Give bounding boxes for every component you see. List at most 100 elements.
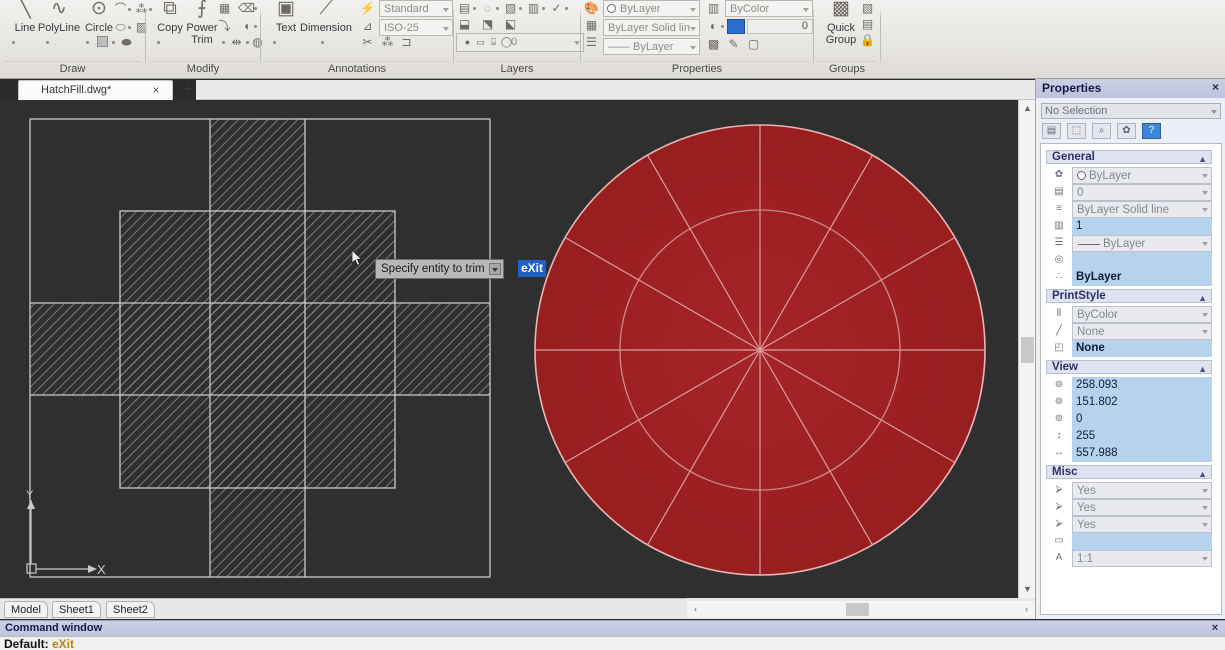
layer-freeze-dropdown-icon[interactable] [519, 7, 522, 10]
table-icon[interactable]: ⊿ [359, 18, 376, 35]
circle-more-icon[interactable] [86, 41, 89, 44]
copy-dim-icon[interactable]: ⊐ [398, 34, 415, 51]
layer-make-current-icon[interactable]: ✓ [548, 0, 565, 17]
layout-tab-sheet2[interactable]: Sheet2 [106, 601, 155, 618]
property-row-print-table-attached[interactable]: ◰ None [1046, 340, 1212, 357]
property-row-color[interactable]: ✿ ByLayer [1046, 167, 1212, 184]
property-row-center-z[interactable]: ⊚ 0 [1046, 411, 1212, 428]
select-objects-button[interactable]: ⌕ [1092, 123, 1111, 139]
close-icon[interactable]: × [149, 83, 163, 97]
properties-scroll-region[interactable]: General ▲ ✿ ByLayer ▤ 0 ≡ ByLayer Solid … [1040, 143, 1222, 615]
fillet-icon[interactable]: ◖ [238, 18, 255, 35]
scroll-up-icon[interactable]: ▲ [1020, 101, 1035, 116]
property-row-view-height[interactable]: ↕ 255 [1046, 428, 1212, 445]
chevron-up-icon[interactable]: ▲ [1198, 468, 1207, 480]
transparency-value[interactable]: 0 [747, 19, 813, 34]
trim-dim-icon[interactable]: ✂ [359, 34, 376, 51]
group-lock-icon[interactable]: 🔒 [859, 32, 876, 49]
vertical-scroll-thumb[interactable] [1021, 337, 1034, 363]
lineweight-prop-icon[interactable]: ☰ [583, 34, 600, 51]
scroll-left-icon[interactable]: ‹ [688, 602, 703, 617]
close-icon[interactable]: × [1209, 80, 1222, 95]
ellipse-dropdown-icon[interactable] [128, 26, 131, 29]
property-row-ucs-icon-at-origin[interactable]: ⮚ Yes [1046, 516, 1212, 533]
chevron-up-icon[interactable]: ▲ [1198, 153, 1207, 165]
rotate-icon[interactable]: ⤵ [216, 18, 233, 35]
new-tab-button[interactable]: + [178, 81, 196, 99]
property-row-layer[interactable]: ▤ 0 [1046, 184, 1212, 201]
scale-icon[interactable]: ⇹ [228, 34, 245, 51]
property-group-general[interactable]: General ▲ [1046, 150, 1212, 164]
exit-keyword-highlight[interactable]: eXit [518, 260, 547, 277]
drawing-canvas-area[interactable]: X Y Specify entity to trim eXit [0, 100, 1018, 598]
match-properties-icon[interactable]: ▩ [705, 36, 722, 53]
group-edit-icon[interactable]: ▧ [859, 0, 876, 17]
transparency-icon[interactable]: ◐ [705, 18, 722, 35]
property-row-annotation-scale-on[interactable]: ⮚ Yes [1046, 482, 1212, 499]
linetype-prop-icon[interactable]: ▦ [583, 17, 600, 34]
text-style-combo[interactable]: Standard [379, 0, 453, 17]
layer-previous-dropdown-icon[interactable] [542, 7, 545, 10]
linetype-combo[interactable]: ByLayer Solid lin [603, 19, 700, 36]
help-button[interactable]: ? [1142, 123, 1161, 139]
property-row-view-width[interactable]: ↔ 557.988 [1046, 445, 1212, 462]
rectangle-dropdown-icon[interactable] [112, 41, 115, 44]
dimension-tool[interactable]: ⟋ Dimension [295, 0, 357, 34]
plotstyle-combo[interactable]: ByColor [725, 0, 813, 17]
grid-array-icon[interactable]: ▦ [216, 0, 233, 17]
selection-combo[interactable]: No Selection [1041, 103, 1221, 119]
dimension-style-combo[interactable]: ISO-25 [379, 19, 453, 36]
layout-tab-model[interactable]: Model [4, 601, 48, 618]
transparency-slider[interactable] [727, 19, 745, 34]
property-row-thickness[interactable]: ◎ [1046, 252, 1212, 269]
group-manager-icon[interactable]: ▤ [859, 16, 876, 33]
horizontal-scroll-thumb[interactable] [846, 603, 869, 616]
chevron-up-icon[interactable]: ▲ [1198, 363, 1207, 375]
property-row-linetype[interactable]: ≡ ByLayer Solid line [1046, 201, 1212, 218]
property-row-transparency[interactable]: ∴ ByLayer [1046, 269, 1212, 286]
fillet-dropdown-icon[interactable] [254, 25, 257, 28]
list-properties-icon[interactable]: ▢ [745, 36, 762, 53]
arc-dropdown-icon[interactable] [128, 8, 131, 11]
polyline-more-icon[interactable] [46, 41, 49, 44]
line-more-icon[interactable] [12, 41, 15, 44]
lineweight-combo[interactable]: —— ByLayer [603, 38, 700, 55]
transparency-dropdown-icon[interactable] [721, 25, 724, 28]
layer-previous-icon[interactable]: ▥ [525, 0, 542, 17]
quick-select-button[interactable]: ⬚ [1067, 123, 1086, 139]
layout-tab-sheet1[interactable]: Sheet1 [52, 601, 101, 618]
color-combo[interactable]: ByLayer [603, 0, 700, 17]
property-row-center-x[interactable]: ⊚ 258.093 [1046, 377, 1212, 394]
scroll-right-icon[interactable]: › [1019, 602, 1034, 617]
erase-icon[interactable]: ⌫ [238, 0, 255, 17]
gradient-icon[interactable]: ⬬ [118, 34, 135, 51]
dynamic-input-tooltip[interactable]: Specify entity to trim [375, 259, 504, 279]
property-group-view[interactable]: View ▲ [1046, 360, 1212, 374]
text-more-icon[interactable] [273, 41, 276, 44]
erase-dropdown-icon[interactable] [254, 7, 257, 10]
arc-icon[interactable]: ⌒ [112, 1, 129, 18]
property-group-misc[interactable]: Misc ▲ [1046, 465, 1212, 479]
pick-point-button[interactable]: ✿ [1117, 123, 1136, 139]
layer-isolate-icon[interactable]: ◌ [479, 0, 496, 17]
stretch-icon[interactable] [222, 41, 225, 44]
scroll-down-icon[interactable]: ▼ [1020, 582, 1035, 597]
document-tab-hatchfill[interactable]: HatchFill.dwg* × [18, 80, 173, 100]
horizontal-scrollbar[interactable]: ‹ › [687, 601, 1035, 618]
property-row-center-y[interactable]: ⊚ 151.802 [1046, 394, 1212, 411]
property-row-lineweight[interactable]: ☰ ByLayer [1046, 235, 1212, 252]
chevron-up-icon[interactable]: ▲ [1198, 292, 1207, 304]
close-icon[interactable]: × [1209, 621, 1221, 636]
property-row-print-style[interactable]: ⦀ ByColor [1046, 306, 1212, 323]
layer-color-icon[interactable]: ◯ [498, 34, 515, 51]
layer-match-icon[interactable]: ⬔ [479, 16, 496, 33]
property-row-ucs-icon-on[interactable]: ⮚ Yes [1046, 499, 1212, 516]
toggle-value-display-button[interactable]: ▤ [1042, 123, 1061, 139]
rectangle-icon[interactable] [97, 36, 108, 47]
drawing-canvas[interactable]: X Y [0, 100, 1018, 598]
layer-make-current-dropdown-icon[interactable] [565, 7, 568, 10]
leader-icon[interactable]: ⚡ [359, 0, 376, 17]
edit-properties-icon[interactable]: ✎ [725, 36, 742, 53]
vertical-scrollbar[interactable]: ▲ ▼ [1018, 100, 1035, 598]
command-line-history[interactable]: Default: eXit [0, 636, 1225, 650]
